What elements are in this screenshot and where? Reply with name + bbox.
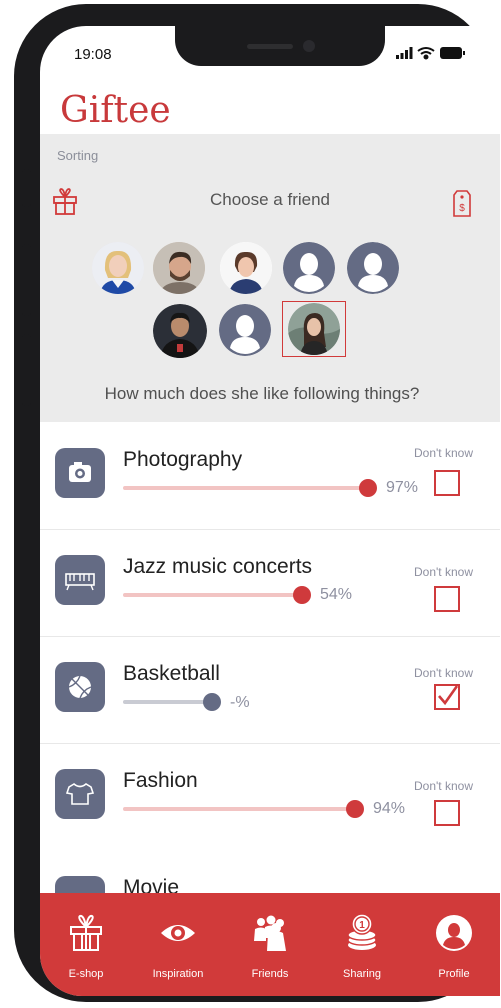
friend-avatar-8-selected-frame[interactable] <box>282 301 346 357</box>
nav-label: Friends <box>251 968 289 980</box>
interest-slider-track[interactable] <box>123 807 355 811</box>
interest-slider-handle[interactable] <box>346 800 364 818</box>
nav-label: E-shop <box>68 968 104 980</box>
interest-percent: 94% <box>373 800 406 817</box>
gift-icon <box>70 914 102 951</box>
dont-know-label: Don't know <box>414 446 473 460</box>
dont-know-checkbox[interactable] <box>434 586 460 612</box>
phone-volume-down-button <box>22 334 31 406</box>
interest-item-fashion: Fashion 94% Don't know <box>40 743 500 850</box>
shirt-icon <box>55 769 105 819</box>
friend-avatar-4[interactable] <box>283 242 335 294</box>
choose-friend-heading: Choose a friend <box>209 190 331 209</box>
friend-avatar-5[interactable] <box>347 242 399 294</box>
coins-icon: 1 <box>347 913 377 950</box>
dont-know-label: Don't know <box>414 666 473 680</box>
interest-percent: 54% <box>320 586 353 603</box>
friend-picker-section: Sorting Choose a friend $ How much does … <box>40 134 500 422</box>
phone-notch <box>175 26 385 66</box>
interest-label: Jazz music concerts <box>123 555 313 578</box>
nav-profile[interactable]: Profile <box>408 893 500 996</box>
app-screen: 19:08 Giftee Sorting Choose a friend $ H… <box>40 26 500 996</box>
price-tag-icon[interactable]: $ <box>452 188 472 218</box>
friend-avatar-8[interactable] <box>288 303 340 355</box>
friend-avatar-7[interactable] <box>219 304 271 356</box>
friend-avatar-3[interactable] <box>220 242 272 294</box>
svg-text:$: $ <box>459 203 465 214</box>
dont-know-label: Don't know <box>414 779 473 793</box>
dont-know-label: Don't know <box>414 565 473 579</box>
interest-slider-track[interactable] <box>123 700 208 704</box>
nav-inspiration[interactable]: Inspiration <box>132 893 224 996</box>
checkmark-icon <box>438 685 459 706</box>
friends-icon <box>254 915 286 951</box>
interest-label: Photography <box>123 448 243 471</box>
nav-eshop[interactable]: E-shop <box>40 893 132 996</box>
nav-label: Sharing <box>343 968 381 980</box>
status-time: 19:08 <box>74 46 112 63</box>
nav-label: Profile <box>438 968 470 980</box>
interest-slider-handle[interactable] <box>203 693 221 711</box>
nav-friends[interactable]: Friends <box>224 893 316 996</box>
dont-know-checkbox-checked[interactable] <box>434 684 460 710</box>
camera-icon <box>55 448 105 498</box>
interest-slider-handle[interactable] <box>359 479 377 497</box>
interest-item-basketball: Basketball -% Don't know <box>40 636 500 744</box>
dont-know-checkbox[interactable] <box>434 800 460 826</box>
interest-percent: -% <box>230 694 250 711</box>
bottom-navigation: E-shop Inspiration Friends 1 Sharing Pro… <box>40 893 500 996</box>
friend-avatar-2[interactable] <box>153 242 205 294</box>
basketball-icon <box>55 662 105 712</box>
svg-text:1: 1 <box>359 920 365 931</box>
status-icons <box>396 47 465 60</box>
sorting-link[interactable]: Sorting <box>57 148 98 163</box>
nav-label: Inspiration <box>152 968 204 980</box>
interest-label: Fashion <box>123 769 198 792</box>
profile-icon <box>436 915 472 951</box>
interest-item-photography: Photography 97% Don't know <box>40 422 500 530</box>
battery-icon <box>440 47 465 59</box>
friend-avatar-6[interactable] <box>153 304 207 358</box>
nav-sharing[interactable]: 1 Sharing <box>316 893 408 996</box>
wifi-icon <box>417 47 435 60</box>
interest-label: Basketball <box>123 662 220 685</box>
app-title: Giftee <box>60 90 171 131</box>
signal-icon <box>396 47 413 59</box>
interest-item-jazz: Jazz music concerts 54% Don't know <box>40 529 500 637</box>
phone-mute-button <box>22 169 31 207</box>
friend-avatar-1[interactable] <box>92 242 144 294</box>
interest-slider-handle[interactable] <box>293 586 311 604</box>
eye-icon <box>161 925 195 941</box>
preferences-question: How much does she like following things? <box>104 384 420 403</box>
interest-slider-track[interactable] <box>123 486 368 490</box>
keyboard-icon <box>55 555 105 605</box>
interest-slider-track[interactable] <box>123 593 302 597</box>
phone-volume-up-button <box>22 244 31 316</box>
dont-know-checkbox[interactable] <box>434 470 460 496</box>
interest-percent: 97% <box>386 479 419 496</box>
